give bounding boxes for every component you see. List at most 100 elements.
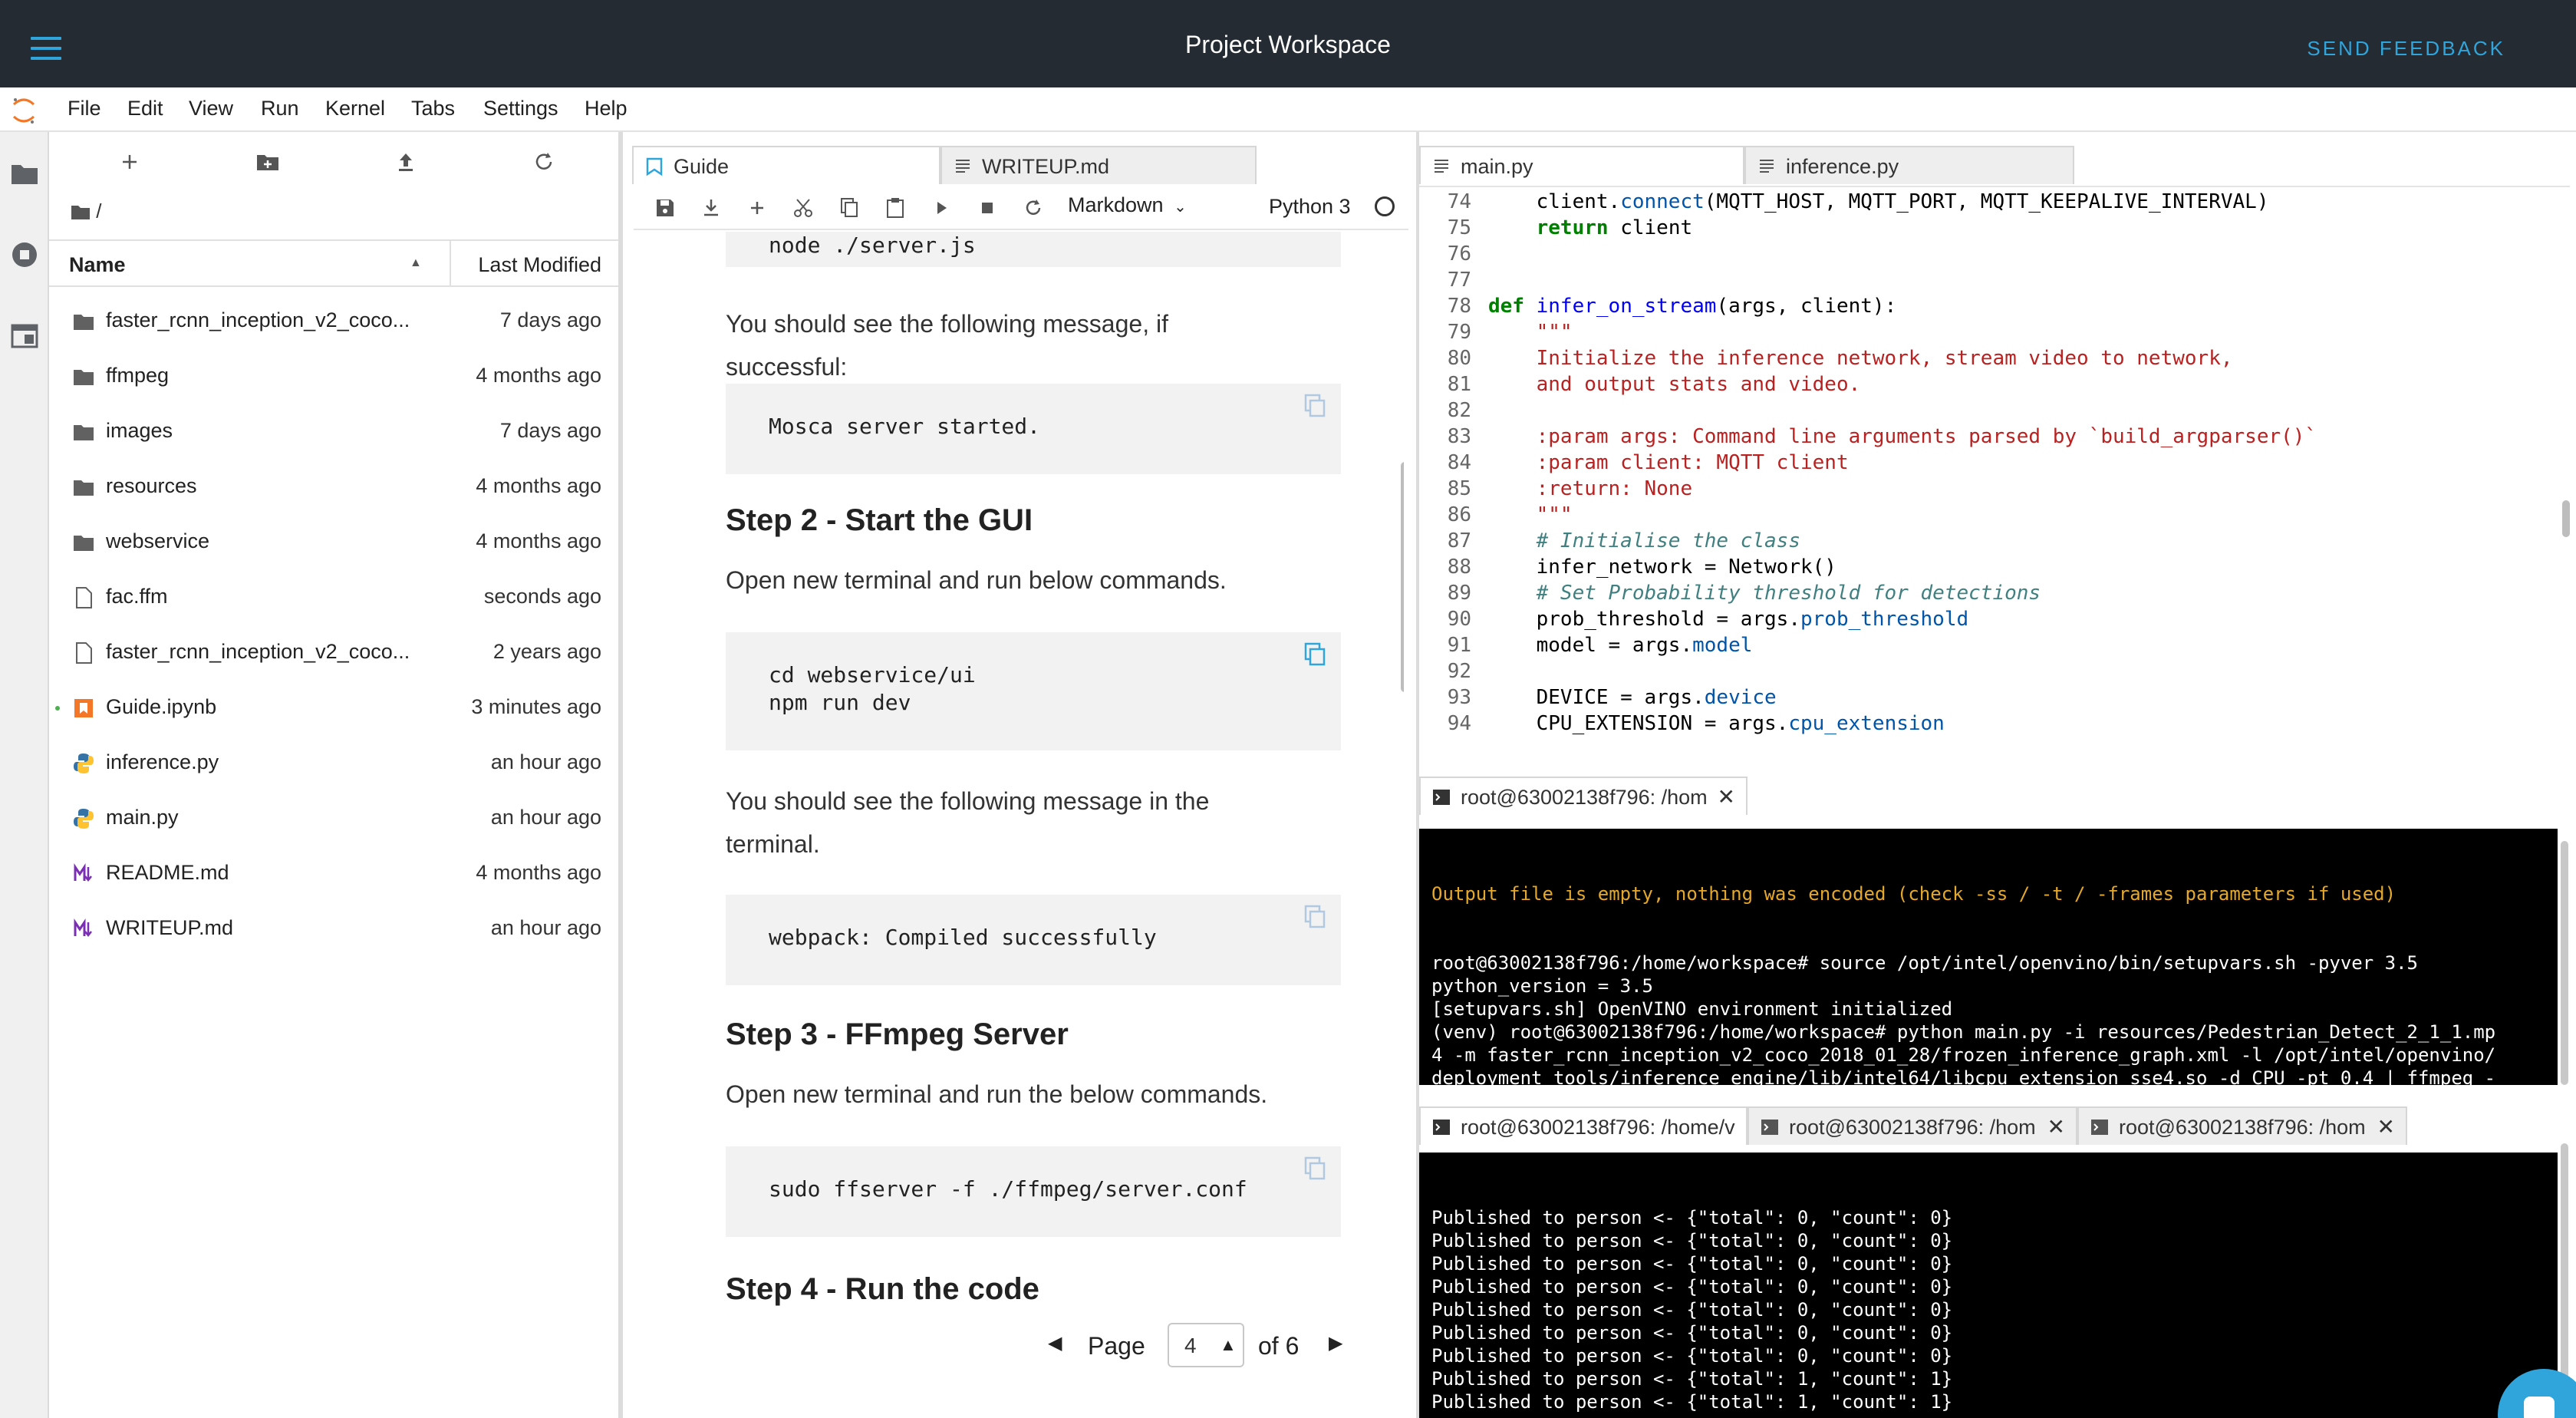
file-row[interactable]: inference.py an hour ago: [49, 737, 618, 792]
tab-terminal-2[interactable]: root@63002138f796: /home/v: [1419, 1106, 1748, 1145]
folder-icon: [71, 206, 90, 219]
cell-type-dropdown[interactable]: Markdown ⌄: [1068, 193, 1187, 217]
column-divider[interactable]: [450, 241, 451, 285]
menu-kernel[interactable]: Kernel: [325, 97, 385, 120]
code-line[interactable]: 84 :param client: MQTT client: [1419, 451, 2555, 477]
terminal-scrollbar[interactable]: [2561, 1143, 2568, 1404]
code-line[interactable]: 80 Initialize the inference network, str…: [1419, 347, 2555, 373]
cut-icon[interactable]: [792, 196, 815, 219]
code-line[interactable]: 75 return client: [1419, 216, 2555, 242]
file-row[interactable]: Guide.ipynb 3 minutes ago: [49, 681, 618, 737]
line-content: and output stats and video.: [1488, 373, 1861, 396]
copy-icon[interactable]: [838, 196, 861, 219]
hamburger-menu-icon[interactable]: [31, 37, 61, 60]
menu-view[interactable]: View: [189, 97, 233, 120]
code-line[interactable]: 88 infer_network = Network(): [1419, 556, 2555, 582]
copy-icon[interactable]: [1303, 904, 1327, 930]
breadcrumb[interactable]: /: [71, 200, 101, 223]
code-line[interactable]: 91 model = args.model: [1419, 634, 2555, 660]
file-row[interactable]: resources 4 months ago: [49, 460, 618, 516]
code-line[interactable]: 94 CPU_EXTENSION = args.cpu_extension: [1419, 712, 2555, 738]
copy-icon[interactable]: [1303, 393, 1327, 419]
menu-tabs[interactable]: Tabs: [411, 97, 455, 120]
tab-guide[interactable]: Guide: [632, 146, 940, 184]
tabs-panel-icon[interactable]: [9, 321, 40, 351]
file-row[interactable]: faster_rcnn_inception_v2_coco... 7 days a…: [49, 295, 618, 350]
jupyter-logo-icon: [12, 98, 35, 124]
restart-icon[interactable]: [1022, 196, 1045, 219]
upload-icon[interactable]: [391, 147, 420, 176]
editor-panel: main.py inference.py 74 client.connect(M…: [1416, 132, 2576, 767]
notebook-content[interactable]: node ./server.js You should see the foll…: [634, 232, 1404, 1418]
tab-inference-py[interactable]: inference.py: [1744, 146, 2074, 184]
insert-cell-icon[interactable]: [746, 196, 769, 219]
stop-icon[interactable]: [976, 196, 999, 219]
running-sessions-icon[interactable]: [9, 239, 40, 270]
close-icon[interactable]: ✕: [2377, 1114, 2395, 1139]
code-line[interactable]: 79 """: [1419, 321, 2555, 347]
increment-page-icon[interactable]: ▲: [1220, 1335, 1237, 1355]
code-line[interactable]: 92: [1419, 660, 2555, 686]
code-line[interactable]: 90 prob_threshold = args.prob_threshold: [1419, 608, 2555, 634]
menu-file[interactable]: File: [68, 97, 101, 120]
copy-icon[interactable]: [1303, 641, 1327, 668]
tab-terminal-4[interactable]: root@63002138f796: /hom ✕: [2077, 1106, 2407, 1145]
copy-icon[interactable]: [1303, 1156, 1327, 1182]
code-line[interactable]: 93 DEVICE = args.device: [1419, 686, 2555, 712]
send-feedback-button[interactable]: SEND FEEDBACK: [2307, 37, 2505, 61]
terminal-scrollbar[interactable]: [2561, 841, 2568, 1085]
menu-settings[interactable]: Settings: [483, 97, 558, 120]
file-row[interactable]: README.md 4 months ago: [49, 847, 618, 902]
kernel-name[interactable]: Python 3: [1269, 195, 1351, 219]
next-page-icon[interactable]: ▶: [1329, 1332, 1342, 1354]
terminal-tab-bar: root@63002138f796: /hom ✕: [1419, 767, 2576, 821]
file-row[interactable]: WRITEUP.md an hour ago: [49, 902, 618, 958]
folder-icon[interactable]: [9, 158, 40, 189]
tab-main-py[interactable]: main.py: [1419, 146, 1744, 184]
previous-page-icon[interactable]: ◀: [1048, 1332, 1062, 1354]
file-row[interactable]: main.py an hour ago: [49, 792, 618, 847]
file-row[interactable]: fac.ffm seconds ago: [49, 571, 618, 626]
column-header-name[interactable]: Name: [69, 253, 126, 277]
code-line[interactable]: 74 client.connect(MQTT_HOST, MQTT_PORT, …: [1419, 190, 2555, 216]
file-row[interactable]: webservice 4 months ago: [49, 516, 618, 571]
paste-icon[interactable]: [884, 196, 907, 219]
code-line[interactable]: 86 """: [1419, 503, 2555, 529]
file-row[interactable]: faster_rcnn_inception_v2_coco... 2 years …: [49, 626, 618, 681]
editor-scrollbar[interactable]: [2562, 500, 2570, 537]
tab-label: inference.py: [1786, 155, 1899, 178]
code-line[interactable]: 81 and output stats and video.: [1419, 373, 2555, 399]
line-number: 90: [1447, 608, 1471, 631]
page-number-input[interactable]: 4 ▲: [1168, 1323, 1244, 1367]
code-line[interactable]: 83 :param args: Command line arguments p…: [1419, 425, 2555, 451]
close-icon[interactable]: ✕: [2047, 1114, 2065, 1139]
column-header-modified[interactable]: Last Modified: [478, 253, 601, 277]
tab-terminal-1[interactable]: root@63002138f796: /hom ✕: [1419, 777, 1748, 815]
new-launcher-icon[interactable]: [115, 147, 144, 176]
code-editor[interactable]: 74 client.connect(MQTT_HOST, MQTT_PORT, …: [1419, 186, 2570, 761]
tab-terminal-3[interactable]: root@63002138f796: /hom ✕: [1748, 1106, 2077, 1145]
document-icon: [1760, 160, 1774, 173]
code-line[interactable]: 89 # Set Probability threshold for detec…: [1419, 582, 2555, 608]
code-line[interactable]: 85 :return: None: [1419, 477, 2555, 503]
menu-run[interactable]: Run: [261, 97, 299, 120]
code-line[interactable]: 76: [1419, 242, 2555, 269]
notebook-scrollbar[interactable]: [1401, 462, 1404, 692]
code-line[interactable]: 77: [1419, 269, 2555, 295]
terminal-output[interactable]: Published to person <- {"total": 0, "cou…: [1419, 1153, 2558, 1418]
code-line[interactable]: 78 def infer_on_stream(args, client):: [1419, 295, 2555, 321]
menu-edit[interactable]: Edit: [127, 97, 163, 120]
new-folder-icon[interactable]: [253, 147, 282, 176]
tab-writeup[interactable]: WRITEUP.md: [940, 146, 1257, 184]
save-icon[interactable]: [654, 196, 677, 219]
menu-help[interactable]: Help: [585, 97, 628, 120]
run-icon[interactable]: [930, 196, 953, 219]
close-icon[interactable]: ✕: [1718, 784, 1735, 810]
terminal-output[interactable]: Output file is empty, nothing was encode…: [1419, 829, 2558, 1085]
refresh-icon[interactable]: [529, 147, 558, 176]
file-row[interactable]: ffmpeg 4 months ago: [49, 350, 618, 405]
code-line[interactable]: 82: [1419, 399, 2555, 425]
code-line[interactable]: 87 # Initialise the class: [1419, 529, 2555, 556]
file-row[interactable]: images 7 days ago: [49, 405, 618, 460]
download-icon[interactable]: [700, 196, 723, 219]
